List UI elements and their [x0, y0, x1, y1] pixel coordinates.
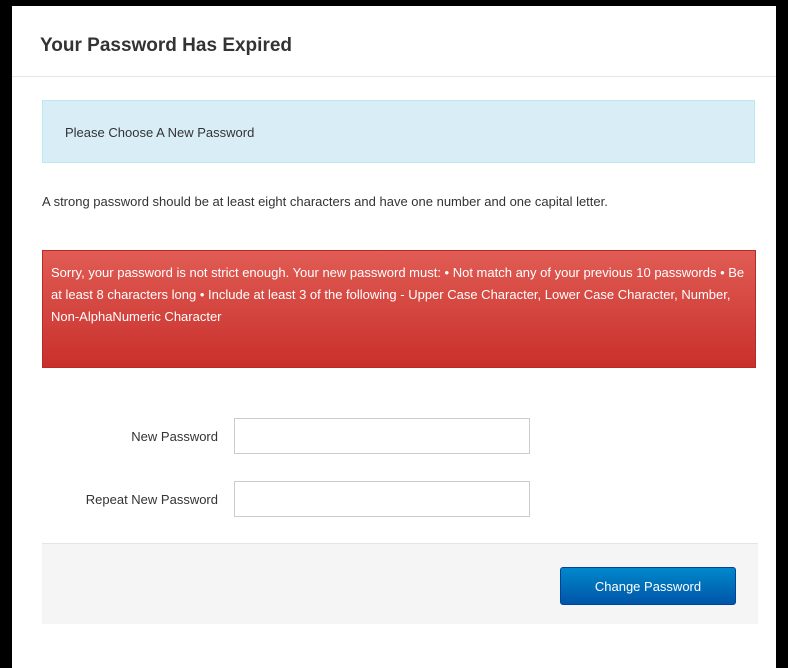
new-password-input[interactable] [234, 418, 530, 454]
error-alert: Sorry, your password is not strict enoug… [42, 250, 756, 368]
change-password-button[interactable]: Change Password [560, 567, 736, 605]
repeat-password-input[interactable] [234, 481, 530, 517]
dialog-title: Your Password Has Expired [40, 35, 293, 56]
repeat-password-label: Repeat New Password [85, 492, 218, 507]
info-alert: Please Choose A New Password [42, 100, 755, 163]
info-alert-text: Please Choose A New Password [65, 125, 255, 140]
error-alert-text: Sorry, your password is not strict enoug… [51, 265, 745, 324]
password-expired-dialog: Your Password Has Expired Please Choose … [12, 6, 776, 668]
password-help-text: A strong password should be at least eig… [42, 194, 608, 209]
dialog-header: Your Password Has Expired [12, 6, 776, 77]
new-password-row: New Password [12, 418, 776, 456]
form-actions-footer: Change Password [42, 543, 758, 624]
new-password-label: New Password [131, 429, 218, 444]
repeat-password-row: Repeat New Password [12, 481, 776, 519]
